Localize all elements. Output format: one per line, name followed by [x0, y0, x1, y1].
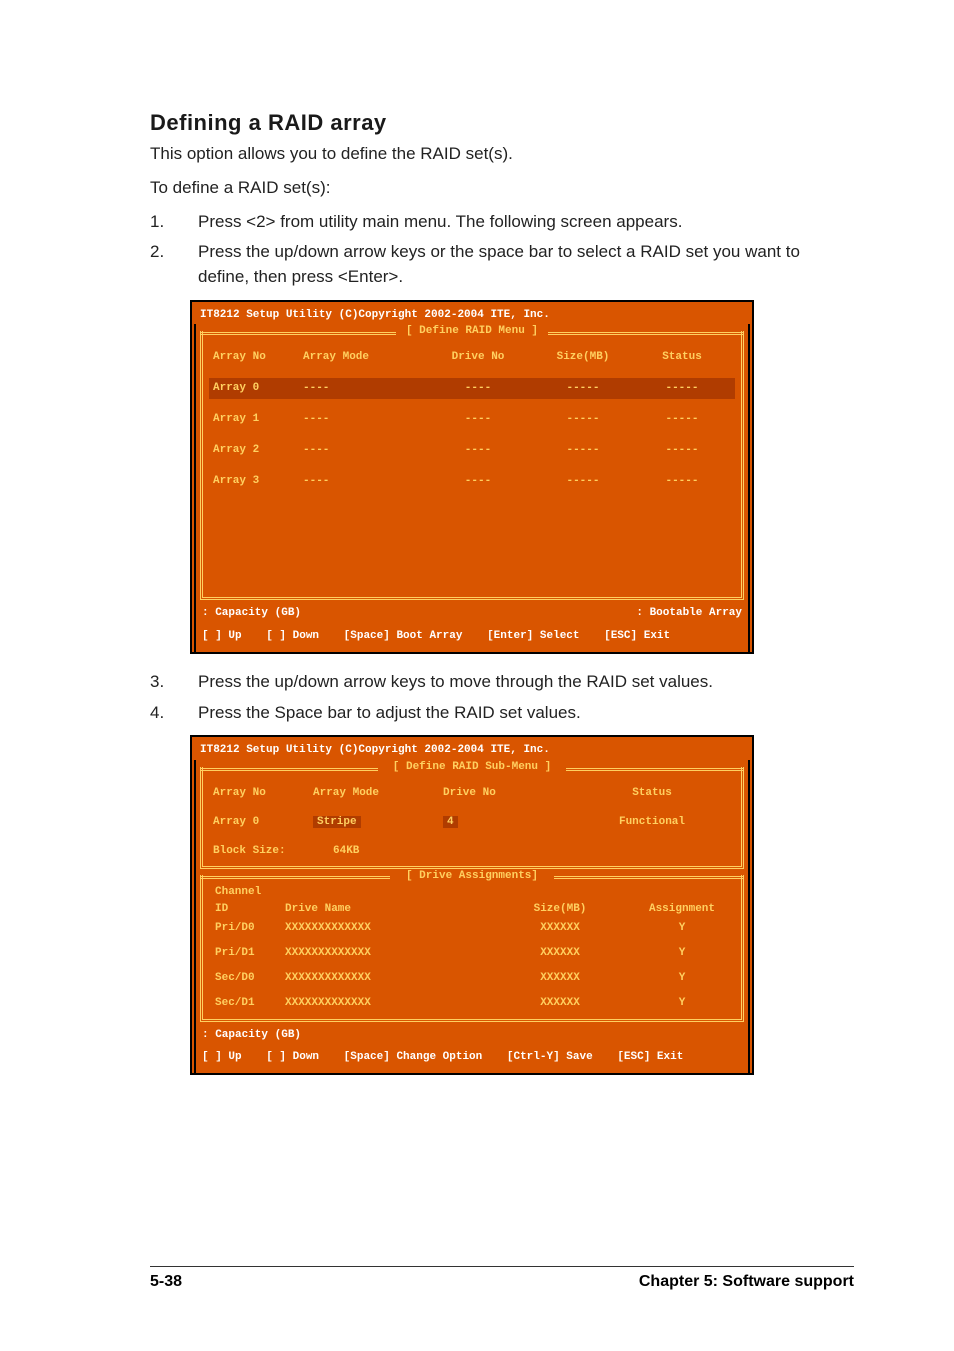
step-1: 1. Press <2> from utility main menu. The…: [150, 210, 854, 235]
hint-ctrl-y: [Ctrl-Y] Save: [507, 1051, 593, 1063]
hint-esc: [ESC] Exit: [604, 630, 670, 642]
drive-row[interactable]: Sec/D1 XXXXXXXXXXXXX XXXXXX Y: [209, 994, 735, 1013]
steps-b: 3. Press the up/down arrow keys to move …: [150, 670, 854, 725]
intro-2: To define a RAID set(s):: [150, 176, 854, 200]
page-number: 5-38: [150, 1273, 182, 1291]
col-drive-no: Drive No: [423, 350, 533, 365]
hint-enter: [Enter] Select: [487, 630, 579, 642]
col-status: Status: [633, 350, 731, 365]
drive-row[interactable]: Pri/D0 XXXXXXXXXXXXX XXXXXX Y: [209, 919, 735, 938]
step-number: 2.: [150, 240, 198, 289]
bios-header-row: Array No Array Mode Drive No Size(MB) St…: [209, 347, 735, 368]
hint-space: [Space] Boot Array: [344, 630, 463, 642]
col-array-mode: Array Mode: [303, 350, 423, 365]
section-heading: Defining a RAID array: [150, 110, 854, 136]
drive-no-value[interactable]: 4: [443, 816, 458, 828]
bios2-footer-top: : Capacity (GB): [196, 1026, 748, 1049]
steps-a: 1. Press <2> from utility main menu. The…: [150, 210, 854, 290]
step-3: 3. Press the up/down arrow keys to move …: [150, 670, 854, 695]
bios2-footer-bottom: [ ] Up [ ] Down [Space] Change Option [C…: [196, 1048, 748, 1071]
bios-frame-title-1: [ Define RAID Sub-Menu ]: [196, 760, 748, 775]
array-mode-value[interactable]: Stripe: [313, 816, 361, 828]
step-text: Press the Space bar to adjust the RAID s…: [198, 701, 581, 726]
bios-array-row-2[interactable]: Array 2 ---- ---- ----- -----: [209, 440, 735, 461]
hint-up: [ ] Up: [202, 1051, 242, 1063]
drive-row[interactable]: Sec/D0 XXXXXXXXXXXXX XXXXXX Y: [209, 969, 735, 988]
bios-screenshot-1: IT8212 Setup Utility (C)Copyright 2002-2…: [190, 300, 754, 655]
bios-array-row-3[interactable]: Array 3 ---- ---- ----- -----: [209, 471, 735, 492]
intro-1: This option allows you to define the RAI…: [150, 142, 854, 166]
bios-frame-title: [ Define RAID Menu ]: [196, 324, 748, 339]
step-number: 3.: [150, 670, 198, 695]
bios2-array0-row[interactable]: Array 0 Stripe 4 Functional: [209, 812, 735, 833]
page-footer: 5-38 Chapter 5: Software support: [150, 1266, 854, 1291]
hint-down: [ ] Down: [266, 630, 319, 642]
bios-screenshot-2: IT8212 Setup Utility (C)Copyright 2002-2…: [190, 735, 754, 1075]
bios-title: IT8212 Setup Utility (C)Copyright 2002-2…: [192, 737, 752, 760]
block-size-label: Block Size:: [213, 844, 333, 859]
step-text: Press the up/down arrow keys or the spac…: [198, 240, 854, 289]
step-number: 1.: [150, 210, 198, 235]
step-4: 4. Press the Space bar to adjust the RAI…: [150, 701, 854, 726]
bios2-header-row: Array No Array Mode Drive No Status: [209, 783, 735, 804]
bios-frame-title-2: [ Drive Assignments]: [196, 869, 748, 884]
hint-up: [ ] Up: [202, 630, 242, 642]
bios-footer-bottom: [ ] Up [ ] Down [Space] Boot Array [Ente…: [196, 627, 748, 650]
channel-label: Channel: [209, 885, 735, 900]
col-array-no: Array No: [213, 350, 303, 365]
hint-esc: [ESC] Exit: [617, 1051, 683, 1063]
col-size-mb: Size(MB): [533, 350, 633, 365]
step-text: Press the up/down arrow keys to move thr…: [198, 670, 713, 695]
block-size-value[interactable]: 64KB: [333, 844, 463, 859]
drive-headers: ID Drive Name Size(MB) Assignment: [209, 900, 735, 919]
hint-down: [ ] Down: [266, 1051, 319, 1063]
bios-title: IT8212 Setup Utility (C)Copyright 2002-2…: [192, 302, 752, 325]
step-2: 2. Press the up/down arrow keys or the s…: [150, 240, 854, 289]
drive-row[interactable]: Pri/D1 XXXXXXXXXXXXX XXXXXX Y: [209, 944, 735, 963]
chapter-title: Chapter 5: Software support: [639, 1273, 854, 1291]
hint-space: [Space] Change Option: [344, 1051, 483, 1063]
bios2-block-size-row[interactable]: Block Size: 64KB: [209, 841, 735, 862]
step-number: 4.: [150, 701, 198, 726]
bios-footer-top: : Capacity (GB) : Bootable Array: [196, 604, 748, 627]
bios-array-row-0[interactable]: Array 0 ---- ---- ----- -----: [209, 378, 735, 399]
bios-array-row-1[interactable]: Array 1 ---- ---- ----- -----: [209, 409, 735, 430]
step-text: Press <2> from utility main menu. The fo…: [198, 210, 682, 235]
